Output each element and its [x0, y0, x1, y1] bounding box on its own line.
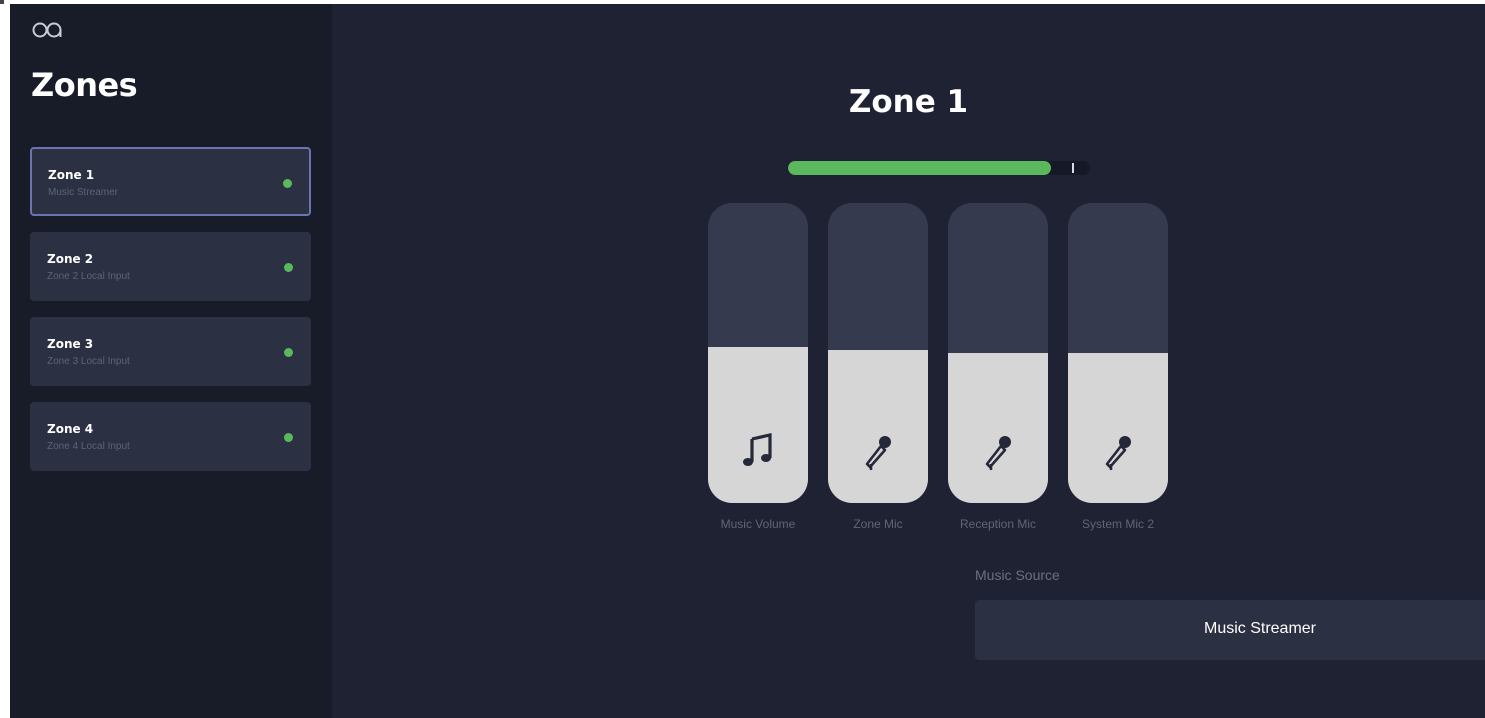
- zone-item-2[interactable]: Zone 2 Zone 2 Local Input: [30, 232, 311, 301]
- status-dot-icon: [284, 348, 293, 357]
- corner-mark: [0, 0, 4, 4]
- level-meter-peak: [1071, 163, 1074, 173]
- zone-name: Zone 1: [48, 168, 95, 182]
- main-panel: Zone 1 Music Volume Zone Mic Reception M…: [332, 4, 1485, 718]
- fader-system-mic-2[interactable]: [1068, 203, 1168, 503]
- level-meter-fill: [788, 161, 1051, 175]
- status-dot-icon: [284, 263, 293, 272]
- fader-label: Music Volume: [720, 517, 796, 531]
- page-title: Zone 1: [848, 84, 969, 120]
- infinity-logo-icon: [32, 22, 62, 38]
- microphone-icon: [865, 436, 891, 470]
- zone-item-4[interactable]: Zone 4 Zone 4 Local Input: [30, 402, 311, 471]
- fader-zone-mic[interactable]: [828, 203, 928, 503]
- fader-fill: [708, 347, 808, 503]
- microphone-icon: [1105, 436, 1131, 470]
- fader-reception-mic[interactable]: [948, 203, 1048, 503]
- level-meter: [788, 161, 1090, 175]
- app-window: Zones Zone 1 Music Streamer Zone 2 Zone …: [10, 4, 1485, 718]
- music-source-value: Music Streamer: [1203, 620, 1317, 637]
- status-dot-icon: [283, 179, 292, 188]
- zone-subtitle: Zone 3 Local Input: [47, 356, 130, 367]
- status-dot-icon: [284, 433, 293, 442]
- zone-name: Zone 4: [47, 422, 94, 436]
- fader-fill: [828, 350, 928, 503]
- sidebar: Zones Zone 1 Music Streamer Zone 2 Zone …: [10, 4, 332, 718]
- music-note-icon: [743, 433, 772, 466]
- zone-subtitle: Music Streamer: [48, 187, 119, 198]
- fader-fill: [1068, 353, 1168, 503]
- fader-label: Zone Mic: [853, 517, 903, 531]
- zone-item-1[interactable]: Zone 1 Music Streamer: [30, 147, 311, 216]
- zone-item-3[interactable]: Zone 3 Zone 3 Local Input: [30, 317, 311, 386]
- zone-subtitle: Zone 4 Local Input: [47, 441, 130, 452]
- fader-label: Reception Mic: [959, 517, 1037, 531]
- fader-group: Music Volume Zone Mic Reception Mic Syst…: [708, 203, 1178, 543]
- fader-fill: [948, 353, 1048, 503]
- fader-label: System Mic 2: [1081, 517, 1154, 531]
- fader-music-volume[interactable]: [708, 203, 808, 503]
- zone-name: Zone 3: [47, 337, 94, 351]
- music-source-label: Music Source: [975, 567, 1060, 583]
- sidebar-title: Zones: [31, 66, 138, 104]
- zone-list: Zone 1 Music Streamer Zone 2 Zone 2 Loca…: [30, 147, 311, 487]
- zone-subtitle: Zone 2 Local Input: [47, 271, 130, 282]
- music-source-selector[interactable]: Music Streamer: [975, 600, 1485, 660]
- zone-name: Zone 2: [47, 252, 94, 266]
- microphone-icon: [985, 436, 1011, 470]
